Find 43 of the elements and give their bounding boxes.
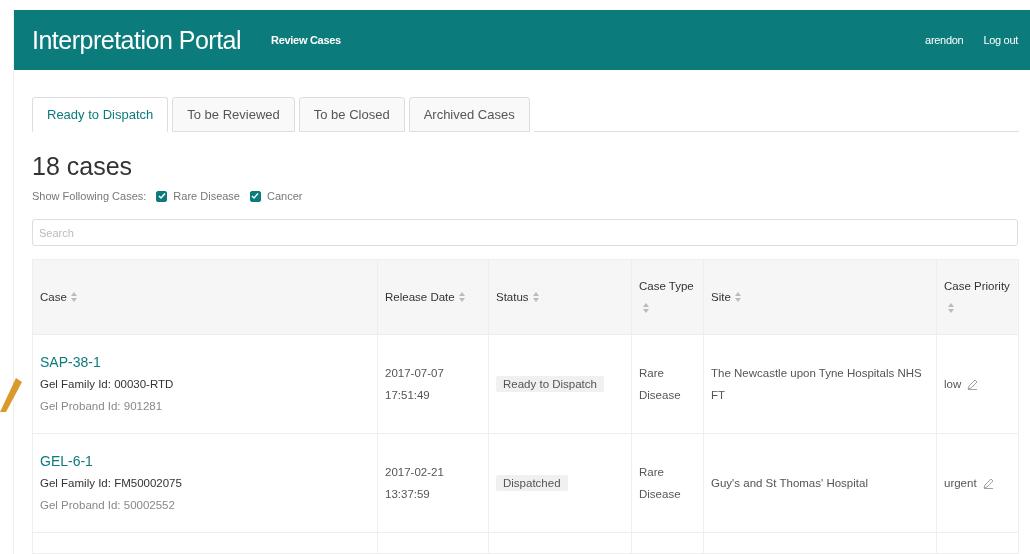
table-cell: Rare Disease [631, 334, 704, 434]
priority-text: urgent [944, 476, 977, 491]
filter-label: Show Following Cases: [32, 190, 147, 202]
column-header[interactable]: Status [488, 259, 632, 335]
checkbox[interactable] [250, 190, 261, 202]
sort-icon [532, 292, 539, 302]
search-field[interactable]: Search [32, 219, 1018, 246]
table-cell: Guy's and St Thomas' Hospital [703, 433, 937, 533]
column-header[interactable]: Case [32, 259, 378, 335]
table-cell: 2017-02-21 13:37:59 [377, 433, 489, 533]
status-badge: Ready to Dispatch [496, 376, 604, 392]
family-id: Gel Family Id: 00030-RTD [40, 377, 174, 392]
status-badge: Dispatched [496, 475, 568, 491]
column-header[interactable]: Site [703, 259, 937, 335]
sort-icon [458, 292, 465, 302]
brand-title: Interpretation Portal [32, 25, 242, 55]
tab[interactable]: To be Closed [298, 97, 405, 132]
case-link[interactable]: SAP-38-1 [40, 351, 101, 373]
column-header[interactable]: Case Priority [936, 259, 1019, 335]
tab[interactable]: Ready to Dispatch [32, 97, 169, 132]
username: arendon [925, 34, 964, 46]
case-count: 18 cases [32, 152, 134, 181]
sort-icon [948, 303, 954, 313]
checkbox-label: Cancer [267, 190, 303, 202]
table-cell: Rare Disease [631, 433, 704, 533]
proband-id: Gel Proband Id: 50002552 [40, 498, 175, 513]
priority-text: low [944, 377, 962, 392]
sort-icon [70, 292, 77, 302]
proband-id: Gel Proband Id: 901281 [40, 399, 163, 414]
column-header[interactable]: Release Date [377, 259, 489, 335]
case-link[interactable]: GEL-6-1 [40, 450, 93, 472]
family-id: Gel Family Id: FM50002075 [40, 476, 182, 491]
table-cell: The Newcastle upon Tyne Hospitals NHS FT [703, 334, 937, 434]
column-header[interactable]: Case Type [631, 259, 704, 335]
sort-icon [734, 292, 741, 302]
logout-link[interactable]: Log out [983, 34, 1018, 46]
tab[interactable]: To be Reviewed [172, 97, 295, 132]
nav-link[interactable]: Review Cases [271, 34, 341, 46]
tab[interactable]: Archived Cases [408, 97, 530, 132]
table-cell: 2017-07-07 17:51:49 [377, 334, 489, 434]
sort-icon [643, 303, 649, 313]
checkbox[interactable] [156, 190, 168, 202]
checkbox-label: Rare Disease [173, 190, 240, 202]
